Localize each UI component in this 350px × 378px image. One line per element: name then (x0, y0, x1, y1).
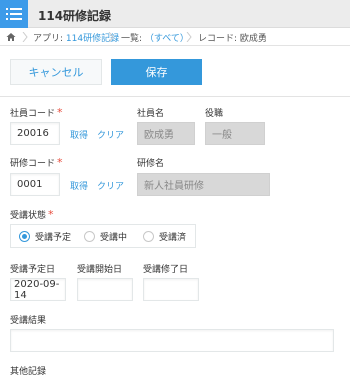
end-date-input[interactable] (143, 278, 199, 301)
app-title: 114研修記録 (38, 9, 112, 23)
other-record-label: 其他記録 (10, 367, 47, 377)
training-code-fetch-link[interactable]: 取得 (70, 179, 88, 192)
radio-unchecked-icon (143, 231, 154, 242)
chevron-right-icon (186, 32, 192, 42)
employee-code-input[interactable]: 20016 (10, 122, 60, 145)
required-mark: * (48, 208, 54, 221)
employee-code-label: 社員コード * (10, 106, 63, 119)
training-code-input[interactable]: 0001 (10, 173, 60, 196)
required-mark: * (57, 156, 63, 169)
divider (0, 96, 350, 97)
status-label: 受講状態 * (10, 208, 54, 221)
chevron-right-icon (22, 32, 28, 42)
status-radio-group: 受講予定 受講中 受講済 (10, 224, 196, 248)
employee-code-fetch-link[interactable]: 取得 (70, 128, 88, 141)
planned-date-label: 受講予定日 (10, 265, 56, 275)
result-input[interactable] (10, 329, 334, 352)
radio-in-progress[interactable]: 受講中 (84, 230, 127, 243)
training-name-label: 研修名 (137, 159, 165, 169)
start-date-input[interactable] (77, 278, 133, 301)
training-code-clear-link[interactable]: クリア (97, 179, 124, 192)
radio-checked-icon (19, 231, 30, 242)
radio-planned[interactable]: 受講予定 (19, 230, 71, 243)
chevron-right-icon (108, 32, 114, 42)
employee-code-clear-link[interactable]: クリア (97, 128, 124, 141)
save-button[interactable]: 保存 (111, 59, 202, 85)
required-mark: * (57, 106, 63, 119)
breadcrumb-list: 一覧: （すべて） (121, 34, 189, 44)
home-icon[interactable] (6, 32, 16, 42)
employee-name-label: 社員名 (137, 109, 165, 119)
end-date-label: 受講修了日 (143, 265, 189, 275)
result-label: 受講結果 (10, 316, 47, 326)
planned-date-input[interactable]: 2020-09-14 (10, 278, 66, 301)
breadcrumb-record: レコード: 欧成勇 (198, 34, 267, 44)
breadcrumb: アプリ: 114研修記録 一覧: （すべて） レコード: 欧成勇 (0, 28, 350, 46)
position-field: 一般 (205, 122, 265, 145)
start-date-label: 受講開始日 (77, 265, 123, 275)
training-name-field: 新人社員研修 (137, 173, 270, 196)
radio-unchecked-icon (84, 231, 95, 242)
position-label: 役職 (205, 109, 224, 119)
employee-name-field: 欧成勇 (137, 122, 195, 145)
training-code-label: 研修コード * (10, 156, 63, 169)
app-header: 114研修記録 (0, 0, 350, 28)
breadcrumb-app: アプリ: 114研修記録 (33, 34, 120, 44)
breadcrumb-list-link[interactable]: （すべて） (145, 34, 189, 44)
cancel-button[interactable]: キャンセル (10, 59, 102, 85)
list-menu-icon[interactable] (0, 0, 28, 28)
radio-completed[interactable]: 受講済 (143, 230, 186, 243)
